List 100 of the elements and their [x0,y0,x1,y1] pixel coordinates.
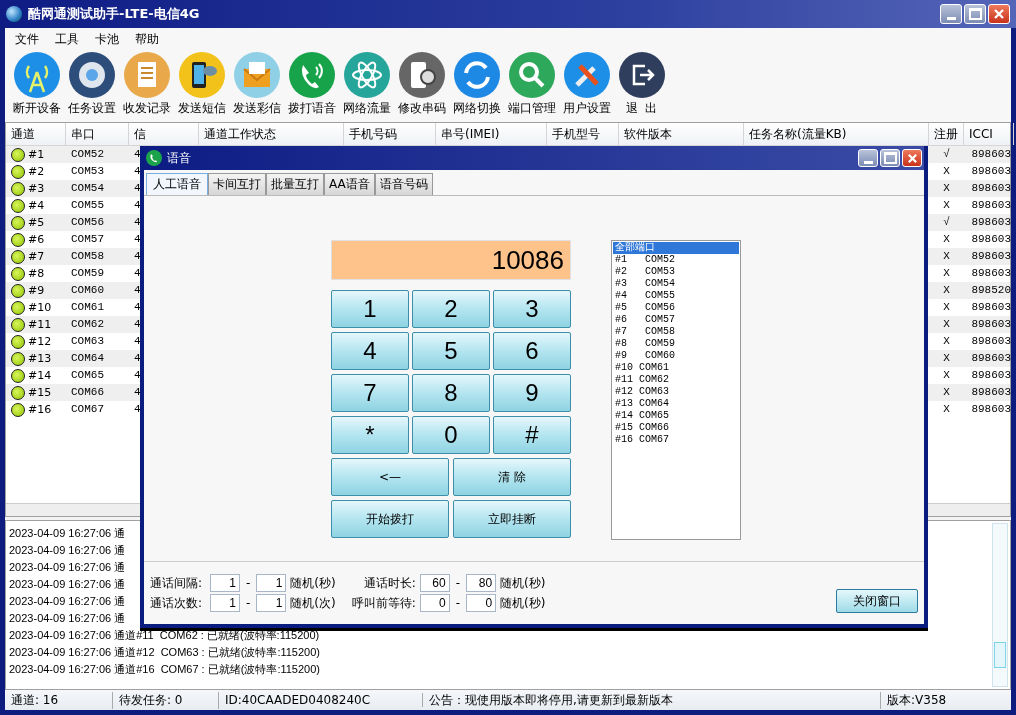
table-cell-text: 898603 [971,317,1011,332]
tab[interactable]: 人工语音 [146,173,208,195]
dial-key[interactable]: 2 [412,290,490,328]
toolbar-button[interactable]: 端口管理 [504,50,559,122]
window-title: 酷网通测试助手-LTE-电信4G [28,5,200,23]
port-list-item[interactable]: #2 COM53 [613,266,739,278]
dial-key[interactable]: 0 [412,416,490,454]
minimize-button[interactable] [858,149,878,167]
port-list-item[interactable]: #5 COM56 [613,302,739,314]
number-display: 10086 [331,240,571,280]
tab[interactable]: AA语音 [324,173,375,195]
column-header[interactable]: 通道工作状态 [199,123,344,145]
toolbar-button[interactable]: 网络流量 [339,50,394,122]
input-field[interactable]: 1 [256,574,287,592]
column-header[interactable]: 串号(IMEI) [436,123,547,145]
port-list-item[interactable]: #6 COM57 [613,314,739,326]
column-header[interactable]: 信 [129,123,199,145]
input-field[interactable]: 80 [466,574,497,592]
column-header[interactable]: 通道 [6,123,66,145]
close-window-button[interactable]: 关闭窗口 [836,589,918,613]
input-field[interactable]: 1 [256,594,287,612]
port-list-item[interactable]: 全部端口 [613,242,739,254]
log-line: 2023-04-09 16:27:06 通道#16 COM67 : 已就绪(波特率:115200) [9,663,320,675]
port-list-item[interactable]: #15 COM66 [613,422,739,434]
status-light-icon [11,368,25,383]
dial-key[interactable]: # [493,416,571,454]
column-header[interactable]: 软件版本 [619,123,744,145]
range-separator: - [245,596,252,610]
table-cell-text: 4 [134,317,141,332]
dial-key[interactable]: 9 [493,374,571,412]
column-header[interactable]: 注册 [929,123,964,145]
table-cell-text: 4 [134,181,141,196]
menu-item[interactable]: 帮助 [129,30,165,48]
close-button[interactable] [902,149,922,167]
toolbar-button[interactable]: 发送短信 [174,50,229,122]
minimize-button[interactable] [940,4,962,24]
dial-key[interactable]: * [331,416,409,454]
table-cell-text: #3 [28,181,45,197]
menu-item[interactable]: 工具 [49,30,85,48]
port-list-item[interactable]: #16 COM67 [613,434,739,446]
toolbar-button[interactable]: 修改串码 [394,50,449,122]
port-list-item[interactable]: #13 COM64 [613,398,739,410]
port-list-item[interactable]: #11 COM62 [613,374,739,386]
close-button[interactable] [988,4,1010,24]
input-field[interactable]: 1 [210,574,240,592]
menu-item[interactable]: 卡池 [89,30,125,48]
input-field[interactable]: 1 [210,594,240,612]
toolbar-button[interactable]: 发送彩信 [229,50,284,122]
status-light-icon [11,232,25,247]
tab[interactable]: 语音号码 [374,173,433,195]
action-button[interactable]: 开始拨打 [331,500,449,538]
dialog-title: 语音 [167,149,191,167]
toolbar-button[interactable]: 拨打语音 [284,50,339,122]
action-button[interactable]: <— [331,458,449,496]
port-list-item[interactable]: #3 COM54 [613,278,739,290]
port-list-item[interactable]: #10 COM61 [613,362,739,374]
menu-item[interactable]: 文件 [9,30,45,48]
input-field[interactable]: 0 [466,594,497,612]
dial-key[interactable]: 4 [331,332,409,370]
dial-key[interactable]: 3 [493,290,571,328]
maximize-button[interactable] [880,149,900,167]
column-header[interactable]: ICCI [964,123,1014,145]
maximize-button[interactable] [964,4,986,24]
dial-key[interactable]: 1 [331,290,409,328]
port-list-item[interactable]: #7 COM58 [613,326,739,338]
phone-icon [146,150,162,166]
table-cell-text: 4 [134,266,141,281]
status-text: ID:40CAADED0408240C [219,693,423,707]
column-header[interactable]: 手机号码 [344,123,436,145]
tab[interactable]: 批量互打 [266,173,324,195]
input-field[interactable]: 0 [419,594,450,612]
action-button[interactable]: 立即挂断 [453,500,571,538]
column-header[interactable]: 任务名称(流量KB) [744,123,929,145]
port-list-item[interactable]: #1 COM52 [613,254,739,266]
toolbar-button[interactable]: 退 出 [614,50,669,122]
dial-key[interactable]: 8 [412,374,490,412]
toolbar-button[interactable]: 收发记录 [119,50,174,122]
dial-key[interactable]: 6 [493,332,571,370]
toolbar-button[interactable]: 用户设置 [559,50,614,122]
port-list-item[interactable]: #9 COM60 [613,350,739,362]
input-field[interactable]: 60 [419,574,450,592]
port-list-item[interactable]: #8 COM59 [613,338,739,350]
dial-key[interactable]: 7 [331,374,409,412]
port-list-item[interactable]: #4 COM55 [613,290,739,302]
setting-label: 通话时长: [362,574,416,592]
dial-key[interactable]: 5 [412,332,490,370]
table-cell-text: #2 [28,164,45,180]
toolbar-button[interactable]: 断开设备 [9,50,64,122]
vertical-scrollbar[interactable] [992,523,1008,687]
port-list-item[interactable]: #14 COM65 [613,410,739,422]
tab[interactable]: 卡间互打 [208,173,266,195]
toolbar-button[interactable]: 任务设置 [64,50,119,122]
status-light-icon [11,249,25,264]
table-cell-text: COM56 [71,215,104,230]
toolbar-button[interactable]: 网络切换 [449,50,504,122]
port-list-item[interactable]: #12 COM63 [613,386,739,398]
column-header[interactable]: 手机型号 [547,123,619,145]
table-cell-text: 4 [134,249,141,264]
column-header[interactable]: 串口 [66,123,129,145]
action-button[interactable]: 清 除 [453,458,571,496]
